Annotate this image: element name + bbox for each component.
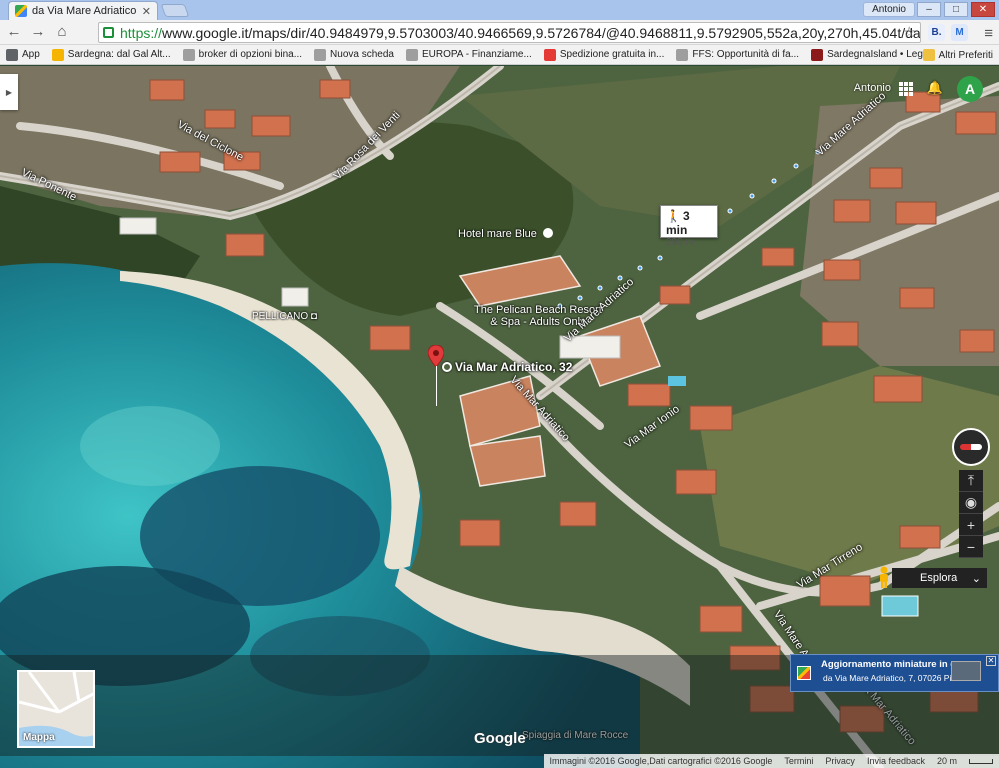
bookmark-item[interactable]: Spedizione gratuita in... <box>538 48 671 61</box>
notifications-bell-icon[interactable]: 🔔 <box>927 80 943 96</box>
privacy-link[interactable]: Privacy <box>825 756 855 766</box>
feedback-link[interactable]: Invia feedback <box>867 756 925 766</box>
bookmark-label: App <box>22 49 40 60</box>
map-canvas[interactable]: ▶ Antonio 🔔 A Hotel mare Blue The Pelica… <box>0 66 999 768</box>
expand-panel-button[interactable]: ▶ <box>0 74 18 110</box>
destination-text: Via Mar Adriatico, 32 <box>455 360 573 374</box>
zoom-out-button[interactable]: − <box>959 536 983 558</box>
bookmark-label: EUROPA - Finanziame... <box>421 49 532 60</box>
home-button[interactable]: ⌂ <box>54 22 70 42</box>
maps-favicon-icon <box>15 5 27 17</box>
explore-button[interactable]: Esplora ⌄ <box>892 568 987 588</box>
bookmark-label: FFS: Opportunità di fa... <box>692 49 800 60</box>
url-text: www.google.it/maps/dir/40.9484979,9.5703… <box>162 24 921 41</box>
forward-button[interactable]: → <box>30 22 46 42</box>
notification-title: Aggiornamento miniature in c <box>821 659 956 670</box>
bookmark-label: broker di opzioni bina... <box>198 49 303 60</box>
pegman-icon[interactable] <box>876 566 892 588</box>
hotel-icon <box>542 228 553 238</box>
map-mode-toggle[interactable]: Mappa <box>17 670 95 748</box>
bookmark-item[interactable]: EUROPA - Finanziame... <box>400 48 538 61</box>
walking-person-icon: 🚶 <box>666 209 681 223</box>
bookmark-item[interactable]: Nuova scheda <box>308 48 400 61</box>
maximize-button[interactable]: □ <box>944 2 968 17</box>
bookmarks-bar: App Sardegna: dal Gal Alt... broker di opz… <box>0 45 999 65</box>
close-icon[interactable]: ✕ <box>986 656 996 666</box>
other-bookmarks-label: Altri Preferiti <box>938 49 993 61</box>
place-label-hotel[interactable]: Hotel mare Blue <box>458 228 553 240</box>
pelican-line1: The Pelican Beach Resort <box>474 304 602 316</box>
bookmark-item[interactable]: FFS: Opportunità di fa... <box>670 48 805 61</box>
lock-icon <box>103 27 114 38</box>
address-bar[interactable]: https://www.google.it/maps/dir/40.948497… <box>98 22 921 43</box>
bookmark-favicon-icon <box>182 48 195 61</box>
bookmark-favicon-icon <box>676 48 689 61</box>
explore-label: Esplora <box>920 572 958 584</box>
bookmark-star-icon[interactable]: ☆ <box>903 23 916 41</box>
avatar[interactable]: A <box>957 76 983 102</box>
back-button[interactable]: ← <box>6 22 22 42</box>
notification-thumbnail <box>951 661 981 681</box>
bookmark-label: Spedizione gratuita in... <box>559 49 665 60</box>
my-location-icon[interactable]: ◉ <box>959 492 983 514</box>
bookmark-label: Sardegna: dal Gal Alt... <box>67 49 171 60</box>
apps-icon <box>6 48 18 61</box>
url-scheme: https:// <box>120 24 163 41</box>
google-logo: Google <box>474 730 526 747</box>
destination-label[interactable]: Via Mar Adriatico, 32 <box>442 360 572 374</box>
browser-tab[interactable]: da Via Mare Adriatico, 7, 07026 ✕ <box>8 1 158 20</box>
camera-icon: ◘ <box>310 311 317 322</box>
thumbnail-update-notification[interactable]: Aggiornamento miniature in c da Via Mare… <box>790 654 999 692</box>
chevron-down-icon: ⌄ <box>971 572 981 585</box>
pin-stem <box>436 366 437 406</box>
pellicano-text: PELLICANO <box>252 311 309 322</box>
bookmark-favicon-icon <box>314 48 327 61</box>
close-window-button[interactable]: ✕ <box>971 2 995 17</box>
walking-time-callout[interactable]: 🚶 3 min 290 m <box>660 205 718 248</box>
bookmark-item[interactable]: App <box>0 48 46 61</box>
map-user-name: Antonio <box>853 82 891 94</box>
bookmark-favicon-icon <box>543 48 556 61</box>
terms-link[interactable]: Termini <box>784 756 813 766</box>
scale-label[interactable]: 20 m <box>937 756 957 766</box>
bookmark-label: Nuova scheda <box>330 49 394 60</box>
bookmark-item[interactable]: SardegnaIsland • Leg... <box>805 48 937 61</box>
walk-distance: 290 m <box>666 237 694 248</box>
hotel-label-text: Hotel mare Blue <box>458 228 537 240</box>
zoom-in-button[interactable]: + <box>959 514 983 536</box>
notification-subtitle: da Via Mare Adriatico, 7, 07026 Pitt <box>823 673 957 683</box>
browser-menu-icon[interactable]: ≡ <box>984 25 993 42</box>
place-label-pellicano[interactable]: PELLICANO ◘ <box>252 311 317 322</box>
minimap-label: Mappa <box>23 732 55 743</box>
destination-circle-icon <box>442 362 452 372</box>
minimize-button[interactable]: – <box>917 2 941 17</box>
bookmark-favicon-icon <box>405 48 418 61</box>
bookmark-favicon-icon <box>811 48 824 61</box>
bookmark-item[interactable]: broker di opzioni bina... <box>177 48 308 61</box>
extension-b-icon[interactable]: B. <box>928 24 945 41</box>
google-apps-icon[interactable] <box>899 82 913 96</box>
folder-icon <box>922 49 935 61</box>
other-bookmarks-folder[interactable]: Altri Preferiti <box>922 49 993 61</box>
browser-tab-strip: da Via Mare Adriatico, 7, 07026 ✕ Antoni… <box>0 0 999 20</box>
bookmark-item[interactable]: Sardegna: dal Gal Alt... <box>46 48 177 61</box>
translate-extension-icon[interactable]: M <box>951 24 968 41</box>
bookmark-label: SardegnaIsland • Leg... <box>827 49 932 60</box>
imagery-attribution: Immagini ©2016 Google,Dati cartografici … <box>549 756 773 766</box>
compass-icon[interactable] <box>952 428 990 466</box>
google-drive-icon <box>797 666 811 680</box>
tab-title: da Via Mare Adriatico, 7, 07026 <box>32 5 137 17</box>
bookmark-favicon-icon <box>51 48 64 61</box>
tilt-view-icon[interactable]: ⤒ <box>959 470 983 492</box>
close-tab-icon[interactable]: ✕ <box>142 5 151 18</box>
map-controls: ⤒ ◉ + − <box>959 470 983 558</box>
window-controls: – □ ✕ <box>917 2 995 17</box>
new-tab-button[interactable] <box>160 4 190 17</box>
attribution-bar: Immagini ©2016 Google,Dati cartografici … <box>0 754 999 768</box>
profile-button[interactable]: Antonio <box>863 2 915 17</box>
scale-bar <box>969 758 993 764</box>
